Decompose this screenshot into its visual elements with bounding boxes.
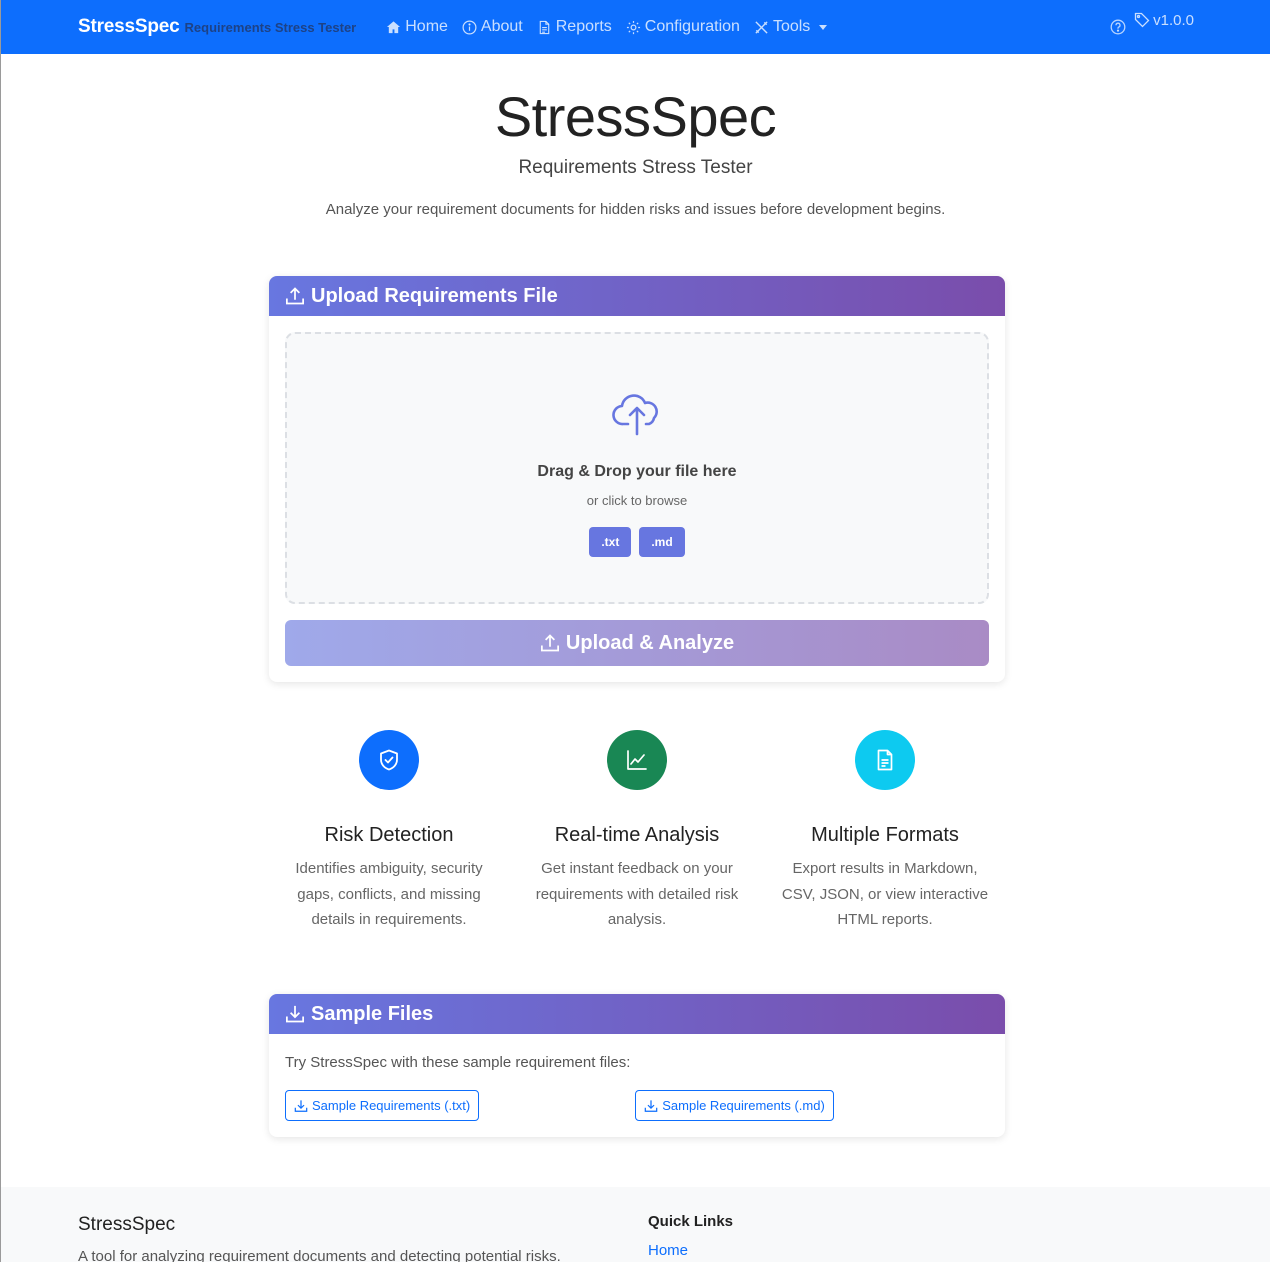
format-badges: .txt .md [589,527,685,557]
upload-card-header: Upload Requirements File [269,276,1005,316]
quick-link-home[interactable]: Home [648,1242,733,1259]
gear-icon [626,20,640,34]
graph-up-icon [627,750,647,770]
house-icon [387,20,401,33]
nav-item-label: Tools [772,18,811,35]
navbar-brand[interactable]: StressSpec Requirements Stress Tester [78,16,356,38]
sample-md-button[interactable]: Sample Requirements (.md) [635,1090,834,1121]
feature-description: Export results in Markdown, CSV, JSON, o… [781,860,989,928]
sample-links: Sample Requirements (.txt) Sample Requir… [285,1090,989,1121]
file-text-icon [539,20,550,34]
nav-item-home[interactable]: Home [379,18,455,36]
shield-check-icon [380,749,398,771]
tools-icon [755,20,768,34]
features: Risk Detection Identifies ambiguity, sec… [269,730,1005,933]
format-badge-txt: .txt [589,527,632,557]
chevron-down-icon [819,24,828,30]
footer: StressSpec A tool for analyzing requirem… [1,1187,1270,1262]
cloud-upload-icon [612,394,658,436]
navbar-right: v1.0.0 [1110,12,1194,35]
page-title: StressSpec [494,85,777,148]
footer-description: A tool for analyzing requirement documen… [78,1248,561,1262]
quick-links-title: Quick Links [648,1213,734,1230]
page-subtitle: Requirements Stress Tester [518,157,753,178]
nav-item-reports[interactable]: Reports [530,18,619,36]
sample-files-title: Sample Files [311,1002,434,1025]
footer-about: StressSpec A tool for analyzing requirem… [78,1214,561,1262]
sample-txt-label: Sample Requirements (.txt) [312,1098,471,1113]
page-description: Analyze your requirement documents for h… [325,201,946,218]
feature-icon-circle [607,730,667,790]
footer-title: StressSpec [78,1214,176,1235]
feature-description: Identifies ambiguity, security gaps, con… [295,860,483,928]
brand-subtitle: Requirements Stress Tester [184,20,357,35]
download-icon [286,1005,304,1023]
feature-multiple-formats: Multiple Formats Export results in Markd… [765,730,1005,933]
nav-menu: Home About Reports Configuration Tools [379,18,834,36]
upload-analyze-label: Upload & Analyze [565,631,735,654]
feature-icon-circle [359,730,419,790]
download-icon [644,1099,658,1112]
tag-icon [1134,12,1150,28]
file-text-icon [877,749,893,771]
feature-risk-detection: Risk Detection Identifies ambiguity, sec… [269,730,509,933]
nav-item-label: Configuration [644,18,740,35]
sample-txt-button[interactable]: Sample Requirements (.txt) [285,1090,480,1121]
sample-files-card: Sample Files Try StressSpec with these s… [269,994,1005,1137]
sample-md-label: Sample Requirements (.md) [662,1098,825,1113]
nav-item-label: About [480,18,523,35]
version-label: v1.0.0 [1134,12,1194,29]
footer-quick-links: Quick Links Home [648,1213,733,1259]
nav-item-label: Reports [555,18,612,35]
brand-name: StressSpec [78,16,180,37]
sample-files-body: Try StressSpec with these sample require… [269,1034,1005,1137]
nav-item-tools[interactable]: Tools [747,18,834,36]
navbar: StressSpec Requirements Stress Tester Ho… [1,0,1270,54]
feature-title: Multiple Formats [811,824,959,846]
sample-files-text: Try StressSpec with these sample require… [285,1054,631,1071]
download-icon [294,1099,308,1112]
version-text: v1.0.0 [1153,11,1194,29]
feature-icon-circle [855,730,915,790]
upload-icon [540,634,559,652]
feature-title: Real-time Analysis [554,824,720,846]
dropzone-subtitle: or click to browse [586,493,688,508]
upload-analyze-button[interactable]: Upload & Analyze [285,620,989,666]
feature-title: Risk Detection [324,824,454,846]
help-icon[interactable] [1110,19,1126,35]
upload-card: Upload Requirements File Drag & Drop you… [269,276,1005,682]
format-badge-md: .md [639,527,685,557]
nav-item-about[interactable]: About [455,18,530,36]
sample-files-header: Sample Files [269,994,1005,1034]
hero: StressSpec Requirements Stress Tester An… [1,85,1270,218]
upload-icon [286,287,304,305]
upload-card-title: Upload Requirements File [311,284,558,307]
feature-realtime-analysis: Real-time Analysis Get instant feedback … [517,730,757,933]
nav-item-label: Home [405,18,448,35]
dropzone-title: Drag & Drop your file here [537,463,737,480]
feature-description: Get instant feedback on your requirement… [535,860,739,928]
nav-item-configuration[interactable]: Configuration [619,18,747,36]
info-circle-icon [462,20,477,34]
file-dropzone[interactable]: Drag & Drop your file here or click to b… [285,332,989,604]
